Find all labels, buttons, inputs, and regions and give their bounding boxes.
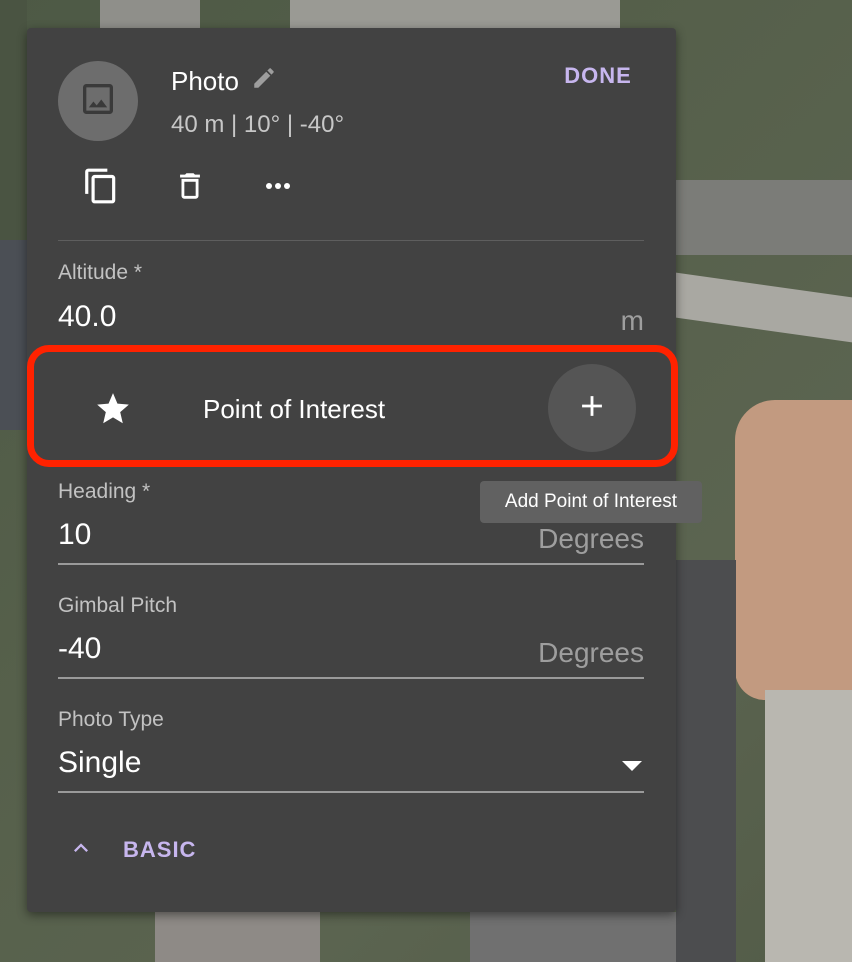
title-row: Photo [171, 66, 277, 97]
gimbal-pitch-input[interactable]: -40 [58, 632, 101, 666]
header-divider [58, 240, 644, 241]
gimbal-pitch-unit: Degrees [538, 637, 644, 668]
altitude-input[interactable]: 40.0 [58, 300, 116, 334]
map-road [470, 912, 676, 962]
done-button[interactable]: DONE [545, 58, 651, 94]
basic-toggle-button[interactable]: BASIC [67, 832, 196, 868]
trash-icon [173, 169, 207, 208]
map-building [155, 912, 320, 962]
map-dirt [735, 400, 852, 700]
chevron-up-icon [67, 834, 95, 867]
copy-icon [82, 167, 120, 210]
photo-type-label: Photo Type [58, 708, 164, 731]
altitude-label: Altitude * [58, 261, 143, 284]
copy-button[interactable] [79, 166, 123, 210]
add-point-of-interest-button[interactable] [548, 364, 636, 452]
action-title: Photo [171, 66, 239, 96]
map-road [676, 180, 852, 255]
image-icon [78, 79, 118, 124]
heading-underline [58, 563, 644, 565]
waypoint-action-panel: Photo 40 m | 10° | -40° DONE Altitude * … [27, 28, 676, 912]
more-horizontal-icon [260, 168, 296, 209]
action-summary: 40 m | 10° | -40° [171, 111, 345, 138]
map-road [290, 0, 620, 28]
map-gravel [765, 690, 852, 962]
heading-input[interactable]: 10 [58, 518, 91, 552]
delete-button[interactable] [168, 166, 212, 210]
more-button[interactable] [256, 166, 300, 210]
point-of-interest-label: Point of Interest [203, 394, 386, 424]
photo-type-select[interactable]: Single [58, 746, 141, 780]
pencil-icon[interactable] [251, 65, 277, 91]
basic-label: BASIC [123, 837, 197, 862]
photo-type-underline [58, 791, 644, 793]
map-lot [0, 240, 27, 430]
heading-unit: Degrees [538, 523, 644, 554]
map-road [100, 0, 200, 28]
altitude-unit: m [620, 305, 644, 336]
star-icon [94, 390, 132, 433]
map-road [676, 560, 736, 962]
plus-icon [575, 389, 609, 428]
gimbal-pitch-underline [58, 677, 644, 679]
photo-avatar [58, 61, 138, 141]
map-building [0, 0, 27, 240]
heading-label: Heading * [58, 480, 151, 503]
gimbal-pitch-label: Gimbal Pitch [58, 594, 178, 617]
map-road [676, 272, 852, 343]
point-of-interest-row: Point of Interest [27, 356, 676, 460]
add-point-of-interest-tooltip: Add Point of Interest [480, 481, 702, 523]
dropdown-arrow-icon[interactable] [620, 759, 644, 777]
